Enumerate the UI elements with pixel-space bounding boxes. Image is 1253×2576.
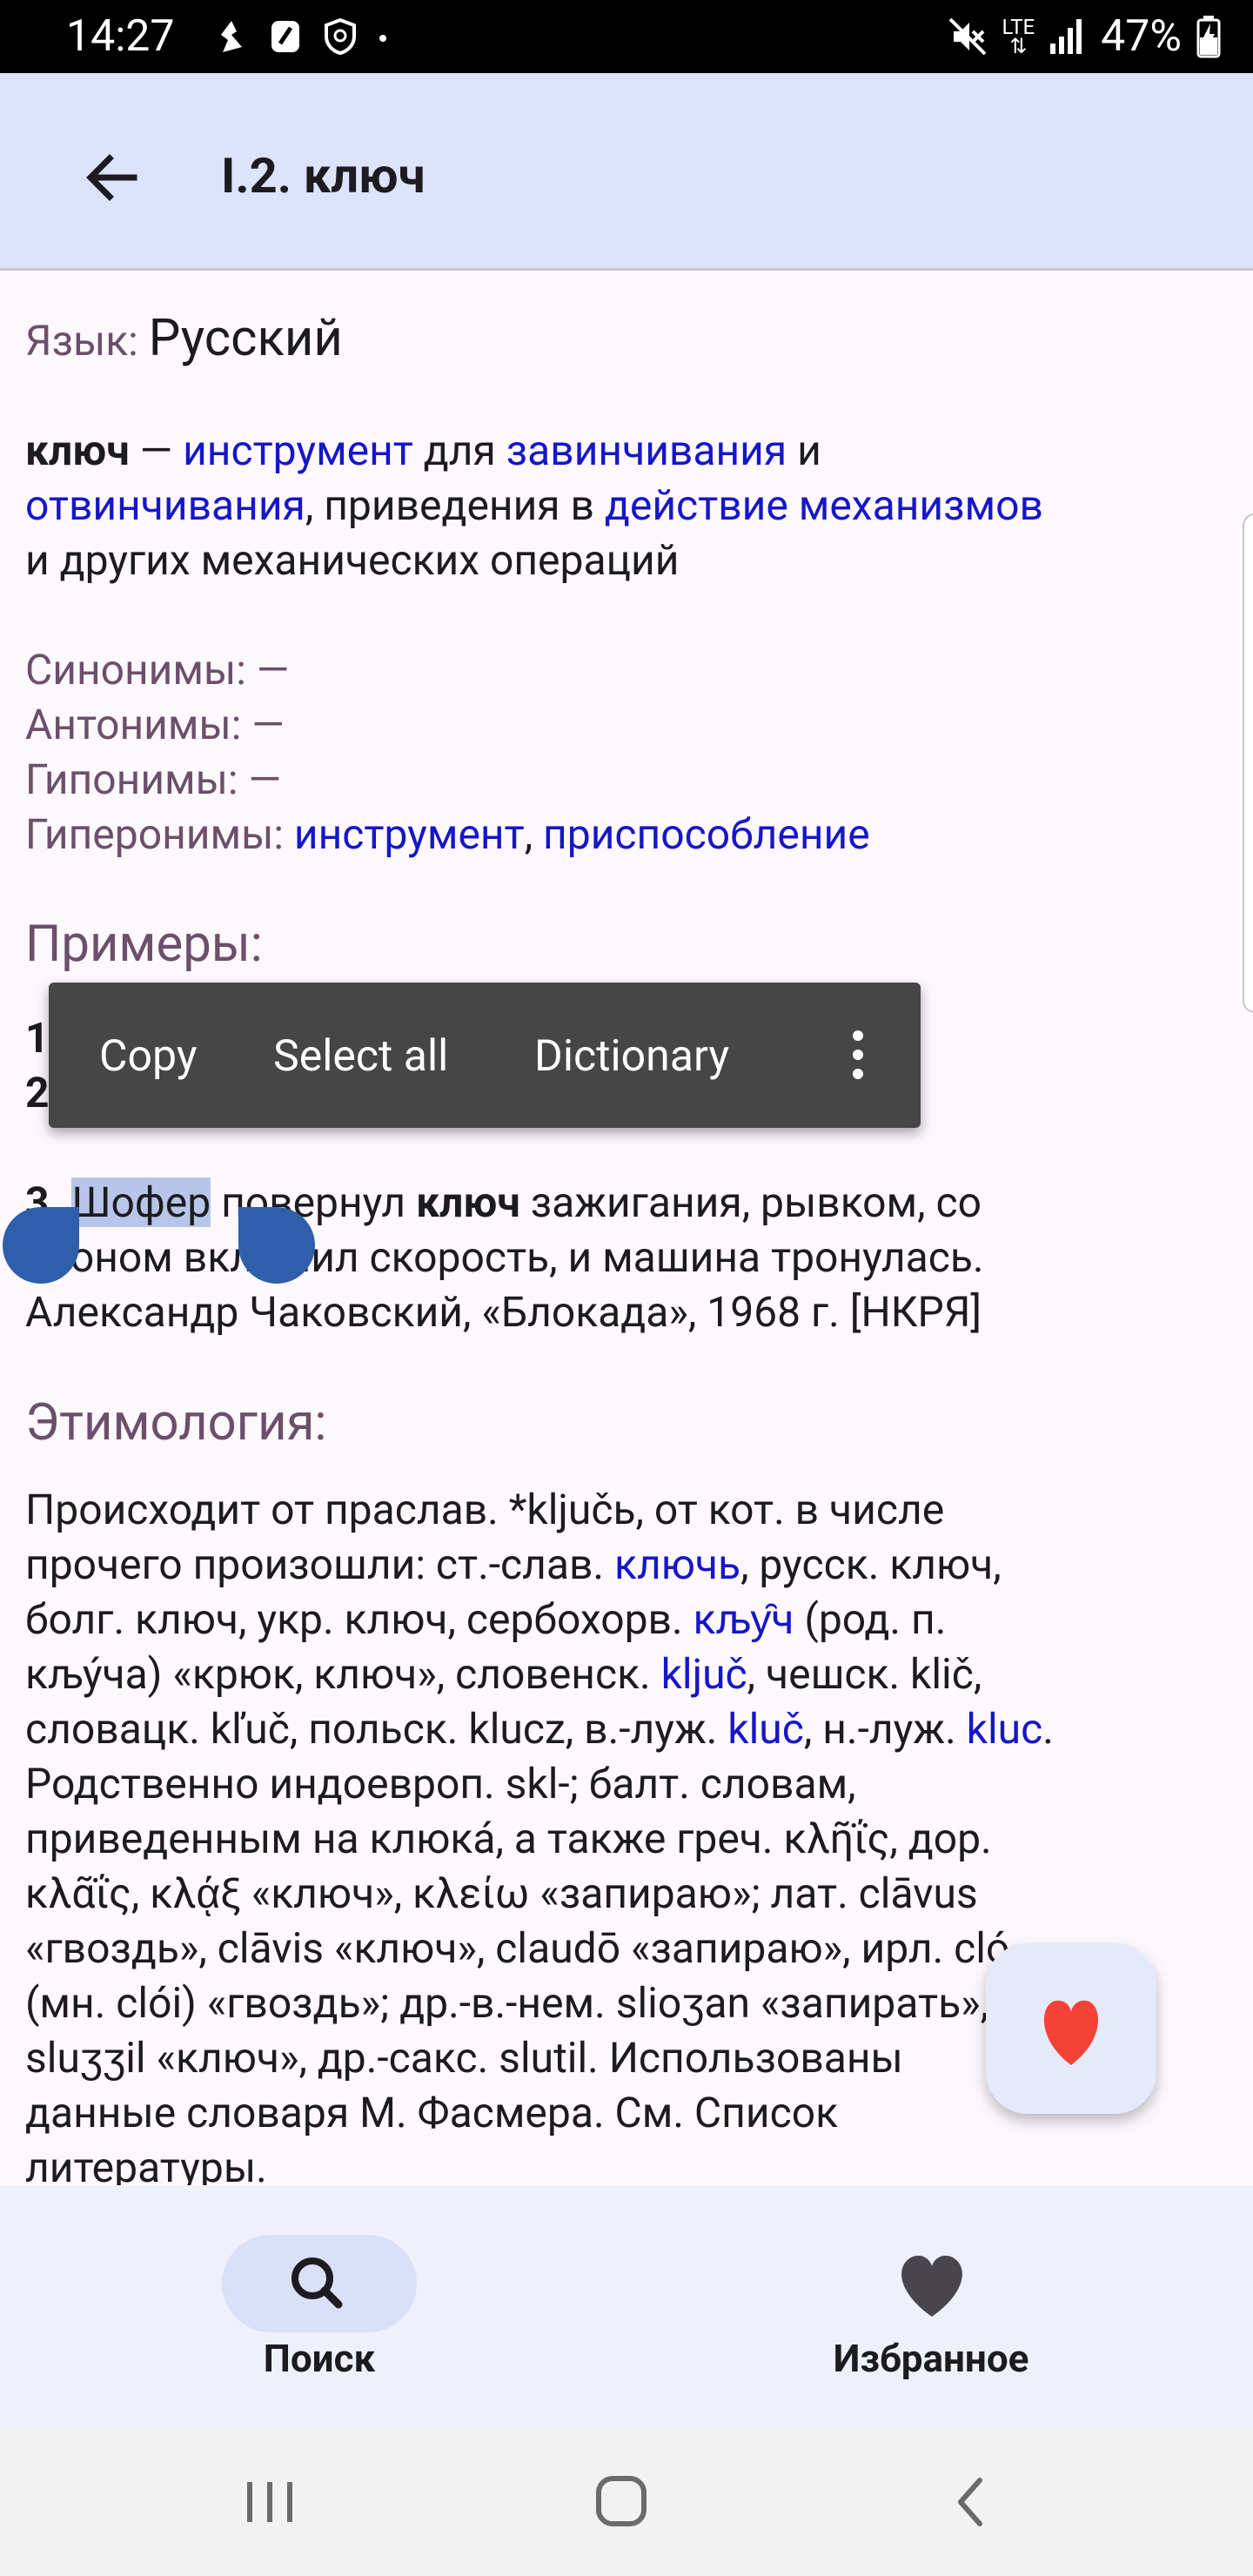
hypernyms-label: Гиперонимы: <box>25 809 294 859</box>
hypernyms-row: Гиперонимы: инструмент, приспособление <box>25 807 870 862</box>
nav-search-button[interactable] <box>222 2235 417 2332</box>
example-3-line-1: 3. Шофер повернул ключ зажигания, рывком… <box>25 1175 982 1230</box>
etymology-line: болг. ключ, укр. ключ, сербохорв. кљу̑ч … <box>25 1592 946 1647</box>
side-scroll-handle[interactable] <box>1243 513 1253 1013</box>
battery-percent: 47% <box>1101 11 1182 62</box>
link-instrument[interactable]: инструмент <box>183 426 413 475</box>
notification-app-icon <box>221 21 242 52</box>
link-klyuch-old-slavonic[interactable]: ключь <box>614 1540 740 1589</box>
shield-icon <box>325 17 356 56</box>
page-title: I.2. ключ <box>221 147 425 205</box>
example-keyword: ключ <box>416 1177 520 1227</box>
etymology-line: Родственно индоевроп. skl-; балт. словам… <box>25 1759 856 1808</box>
recent-apps-icon[interactable] <box>235 2472 305 2532</box>
home-icon[interactable] <box>586 2472 656 2532</box>
link-otvinchivaniya[interactable]: отвинчивания <box>25 480 305 530</box>
etymology-text: , чешск. klič, <box>747 1649 982 1699</box>
etymology-text: , н.-луж. <box>803 1704 967 1754</box>
text-selection-menu: Copy Select all Dictionary <box>49 983 921 1128</box>
etymology-text: болг. ключ, укр. ключ, сербохорв. <box>25 1594 694 1644</box>
language-value: Русский <box>148 309 343 368</box>
favorites-heart-icon[interactable] <box>888 2249 975 2322</box>
etymology-text: , русск. ключ, <box>740 1540 1002 1589</box>
selection-handle-end[interactable] <box>238 1207 315 1284</box>
status-right: LTE ⇅ 47% <box>947 7 1223 66</box>
status-left-icons <box>214 12 388 61</box>
system-back-icon[interactable] <box>936 2472 1006 2532</box>
etymology-line: прочего произошли: ст.-слав. ключь, русс… <box>25 1537 1002 1592</box>
example-3-source: Александр Чаковский, «Блокада», 1968 г. … <box>25 1287 982 1337</box>
example-text: зажигания, рывком, со <box>519 1177 982 1227</box>
link-kljuch-serbocroatian[interactable]: кљу̑ч <box>694 1594 794 1644</box>
synonyms-row: Синонимы: — <box>25 645 290 694</box>
etymology-text: (род. п. <box>794 1594 947 1644</box>
etymology-text: кљу́ча) «крюк, ключ», словенск. <box>25 1649 661 1699</box>
etymology-line: (мн. clói) «гвоздь»; др.-в.-нем. slioʒan… <box>25 1978 989 2028</box>
definition-text: и <box>787 426 821 475</box>
link-hypernym-prisposoblenie[interactable]: приспособление <box>543 809 870 859</box>
language-row: Язык: Русский <box>25 307 343 372</box>
etymology-line: приведенным на клюка́, а также греч. κλη… <box>25 1814 992 1863</box>
more-vert-icon[interactable] <box>832 1024 884 1085</box>
etymology-line: данные словаря М. Фасмера. См. Список <box>25 2088 839 2137</box>
link-kluc-lower-sorbian[interactable]: kluc <box>967 1704 1043 1754</box>
bottom-navigation: Поиск Избранное <box>0 2186 1253 2428</box>
app-bar: I.2. ключ <box>0 73 1253 271</box>
nav-favorites-label[interactable]: Избранное <box>801 2331 1062 2386</box>
link-kljuc-slovene[interactable]: ključ <box>661 1649 747 1699</box>
etymology-text: . <box>1042 1704 1054 1754</box>
link-deystvie-mekhanizmov[interactable]: действие механизмов <box>605 480 1043 530</box>
system-navigation-bar <box>0 2428 1253 2576</box>
status-time: 14:27 <box>66 11 175 62</box>
link-hypernym-instrument[interactable]: инструмент <box>294 809 525 859</box>
etymology-line: литературы. <box>25 2143 267 2185</box>
definition-line-3: и других механических операций <box>25 535 680 585</box>
select-all-button[interactable]: Select all <box>273 1026 448 1087</box>
etymology-text: словацк. kľuč, польск. klucz, в.-луж. <box>25 1704 728 1754</box>
nav-search-label[interactable]: Поиск <box>222 2331 417 2386</box>
definition-line-2: отвинчивания, приведения в действие меха… <box>25 478 1043 533</box>
example-2-number: 2 <box>25 1068 50 1117</box>
search-icon <box>291 2257 343 2309</box>
selection-handle-start[interactable] <box>3 1207 79 1284</box>
language-label: Язык: <box>25 316 138 366</box>
back-arrow-icon[interactable] <box>73 139 150 216</box>
example-3-line-2: звоном включил скорость, и машина тронул… <box>25 1232 984 1282</box>
example-1-number: 1 <box>25 1013 50 1063</box>
entry-content: Язык: Русский ключ — инструмент для зави… <box>0 271 1253 2185</box>
etymology-line: «гвоздь», clāvis «ключ», claudō «запираю… <box>25 1923 1010 1973</box>
dictionary-button[interactable]: Dictionary <box>534 1026 729 1087</box>
favorite-fab[interactable] <box>986 1943 1156 2114</box>
mute-icon <box>948 17 986 56</box>
antonyms-row: Антонимы: — <box>25 700 285 749</box>
headword: ключ <box>25 426 130 475</box>
definition-text: , приведения в <box>305 480 605 530</box>
definition-line-1: ключ — инструмент для завинчивания и <box>25 423 821 478</box>
battery-charging-icon <box>1196 16 1221 58</box>
dot-icon <box>379 35 386 42</box>
hypernym-separator: , <box>524 809 544 859</box>
link-zavinchivaniya[interactable]: завинчивания <box>506 426 787 475</box>
etymology-line: кљу́ча) «крюк, ключ», словенск. ključ, ч… <box>25 1647 982 1701</box>
link-kluc-upper-sorbian[interactable]: kluč <box>727 1704 804 1754</box>
heart-icon <box>1043 2000 1099 2065</box>
etymology-heading: Этимология: <box>25 1393 327 1452</box>
definition-dash: — <box>129 426 184 475</box>
hyponyms-row: Гипонимы: — <box>25 755 281 804</box>
etymology-line: Происходит от праслав. *ključь, от кот. … <box>25 1485 945 1534</box>
lte-indicator: LTE ⇅ <box>1002 15 1035 58</box>
copy-button[interactable]: Copy <box>99 1026 198 1087</box>
signal-icon <box>1050 19 1082 54</box>
etymology-line: словацк. kľuč, польск. klucz, в.-луж. kl… <box>25 1701 1054 1756</box>
examples-heading: Примеры: <box>25 915 263 974</box>
etymology-line: sluʒʒil «ключ», др.-сакс. slutil. Исполь… <box>25 2033 903 2083</box>
drive-icon <box>271 21 299 52</box>
selected-word[interactable]: Шофер <box>71 1177 211 1227</box>
etymology-text: прочего произошли: ст.-слав. <box>25 1540 614 1589</box>
etymology-line: κλα̃ΐς, κλᾴξ «ключ», κλείω «запираю»; ла… <box>25 1868 978 1918</box>
definition-text: для <box>412 426 506 475</box>
status-bar: 14:27 LTE ⇅ 47% <box>0 0 1253 73</box>
